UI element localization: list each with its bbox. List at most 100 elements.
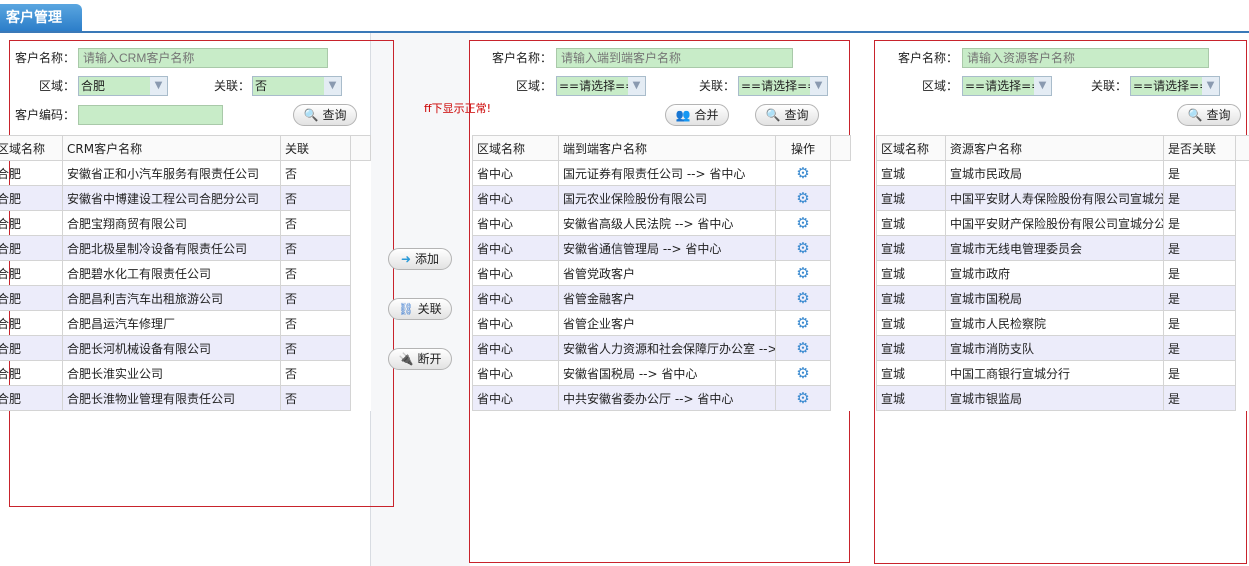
cell-link: 是 xyxy=(1163,235,1236,261)
gear-icon[interactable]: ⚙ xyxy=(775,360,831,386)
row-spacer xyxy=(1235,185,1249,211)
merge-button[interactable]: 👥 合并 xyxy=(665,104,729,126)
table-row[interactable]: 合肥合肥宝翔商贸有限公司否 xyxy=(0,210,371,236)
e2e-link-select[interactable]: ==请选择== ▼ xyxy=(738,76,828,96)
table-row[interactable]: 宣城 宣城市民政局是 xyxy=(876,160,1249,186)
cell-link: 是 xyxy=(1163,160,1236,186)
crm-link-select[interactable]: 否 ▼ xyxy=(252,76,342,96)
table-row[interactable]: 省中心 省管企业客户 ⚙ xyxy=(472,310,851,336)
cell-name: 国元证券有限责任公司 --> 省中心 xyxy=(558,160,776,186)
row-spacer xyxy=(830,160,851,186)
crm-code-input[interactable] xyxy=(78,105,223,125)
table-row[interactable]: 宣城 宣城市无线电管理委员会是 xyxy=(876,235,1249,261)
res-name-input[interactable] xyxy=(962,48,1209,68)
table-row[interactable]: 省中心 国元证券有限责任公司 --> 省中心 ⚙ xyxy=(472,160,851,186)
gear-icon[interactable]: ⚙ xyxy=(775,335,831,361)
cell-region: 合肥 xyxy=(0,360,63,386)
tab-customer-management[interactable]: 客户管理 xyxy=(0,4,82,32)
search-icon: 🔍 xyxy=(765,108,781,122)
table-row[interactable]: 合肥安徽省中博建设工程公司合肥分公司否 xyxy=(0,185,371,211)
row-spacer xyxy=(830,185,851,211)
unlink-button[interactable]: 🔌 断开 xyxy=(388,348,452,370)
col-header-spacer xyxy=(350,135,371,161)
row-spacer xyxy=(1235,210,1249,236)
gear-icon[interactable]: ⚙ xyxy=(775,310,831,336)
cell-link: 否 xyxy=(280,235,351,261)
add-button[interactable]: ➜ 添加 xyxy=(388,248,452,270)
cell-name: 宣城市无线电管理委员会 xyxy=(945,235,1164,261)
table-row[interactable]: 省中心 国元农业保险股份有限公司 ⚙ xyxy=(472,185,851,211)
e2e-region-select[interactable]: ==请选择== ▼ xyxy=(556,76,646,96)
gear-icon[interactable]: ⚙ xyxy=(775,260,831,286)
table-row[interactable]: 宣城 中国工商银行宣城分行是 xyxy=(876,360,1249,386)
gear-icon[interactable]: ⚙ xyxy=(775,285,831,311)
crm-region-select[interactable]: 合肥 ▼ xyxy=(78,76,168,96)
cell-region: 合肥 xyxy=(0,260,63,286)
users-icon: 👥 xyxy=(675,108,691,122)
table-row[interactable]: 宣城 宣城市国税局是 xyxy=(876,285,1249,311)
table-row[interactable]: 合肥合肥长河机械设备有限公司否 xyxy=(0,335,371,361)
table-row[interactable]: 宣城 宣城市政府是 xyxy=(876,260,1249,286)
table-row[interactable]: 合肥合肥昌运汽车修理厂否 xyxy=(0,310,371,336)
e2e-link-value: ==请选择== xyxy=(741,79,818,93)
cell-region: 省中心 xyxy=(472,260,559,286)
cell-region: 宣城 xyxy=(876,360,946,386)
row-spacer xyxy=(350,235,371,261)
crm-search-button[interactable]: 🔍 查询 xyxy=(293,104,357,126)
gear-icon[interactable]: ⚙ xyxy=(775,235,831,261)
res-region-select[interactable]: ==请选择== ▼ xyxy=(962,76,1052,96)
cell-region: 省中心 xyxy=(472,210,559,236)
table-row[interactable]: 省中心 省管党政客户 ⚙ xyxy=(472,260,851,286)
cell-region: 宣城 xyxy=(876,335,946,361)
table-row[interactable]: 宣城 宣城市银监局是 xyxy=(876,385,1249,411)
link-button[interactable]: ⛓ 关联 xyxy=(388,298,452,320)
table-row[interactable]: 省中心 安徽省高级人民法院 --> 省中心 ⚙ xyxy=(472,210,851,236)
gear-icon[interactable]: ⚙ xyxy=(775,385,831,411)
cell-region: 省中心 xyxy=(472,185,559,211)
row-spacer xyxy=(350,385,371,411)
gear-icon[interactable]: ⚙ xyxy=(775,210,831,236)
cell-name: 中国平安财产保险股份有限公司宣城分公 xyxy=(945,210,1164,236)
col-header-region: 区域名称 xyxy=(472,135,559,161)
table-row[interactable]: 省中心 安徽省国税局 --> 省中心 ⚙ xyxy=(472,360,851,386)
table-row[interactable]: 合肥合肥碧水化工有限责任公司否 xyxy=(0,260,371,286)
table-row[interactable]: 合肥合肥昌利吉汽车出租旅游公司否 xyxy=(0,285,371,311)
gear-icon[interactable]: ⚙ xyxy=(775,160,831,186)
crm-table: 区域名称CRM客户名称关联 合肥安徽省正和小汽车服务有限责任公司否合肥安徽省中博… xyxy=(0,135,371,411)
e2e-search-button[interactable]: 🔍 查询 xyxy=(755,104,819,126)
res-search-button[interactable]: 🔍 查询 xyxy=(1177,104,1241,126)
table-row[interactable]: 省中心 省管金融客户 ⚙ xyxy=(472,285,851,311)
crm-region-value: 合肥 xyxy=(81,79,106,93)
e2e-search-label: 查询 xyxy=(784,108,809,122)
table-row[interactable]: 省中心 中共安徽省委办公厅 --> 省中心 ⚙ xyxy=(472,385,851,411)
cell-link: 是 xyxy=(1163,285,1236,311)
crm-region-label: 区域： xyxy=(38,79,75,93)
col-header-region: 区域名称 xyxy=(0,135,63,161)
table-row[interactable]: 合肥合肥长淮物业管理有限责任公司否 xyxy=(0,385,371,411)
arrow-right-icon: ➜ xyxy=(400,252,412,266)
table-row[interactable]: 省中心 安徽省通信管理局 --> 省中心 ⚙ xyxy=(472,235,851,261)
e2e-name-input[interactable] xyxy=(556,48,793,68)
col-header-spacer xyxy=(830,135,851,161)
res-link-select[interactable]: ==请选择== ▼ xyxy=(1130,76,1220,96)
cell-link: 否 xyxy=(280,285,351,311)
cell-name: 宣城市国税局 xyxy=(945,285,1164,311)
crm-name-input[interactable] xyxy=(78,48,328,68)
cell-region: 省中心 xyxy=(472,360,559,386)
cell-link: 是 xyxy=(1163,310,1236,336)
row-spacer xyxy=(830,335,851,361)
table-row[interactable]: 宣城 宣城市人民检察院是 xyxy=(876,310,1249,336)
table-row[interactable]: 宣城 中国平安财产保险股份有限公司宣城分公是 xyxy=(876,210,1249,236)
cell-name: 宣城市人民检察院 xyxy=(945,310,1164,336)
col-header-link: 关联 xyxy=(280,135,351,161)
cell-link: 否 xyxy=(280,210,351,236)
table-row[interactable]: 宣城 中国平安财人寿保险股份有限公司宣城分是 xyxy=(876,185,1249,211)
table-row[interactable]: 合肥合肥北极星制冷设备有限责任公司否 xyxy=(0,235,371,261)
cell-region: 合肥 xyxy=(0,160,63,186)
table-row[interactable]: 宣城 宣城市消防支队是 xyxy=(876,335,1249,361)
cell-name: 省管金融客户 xyxy=(558,285,776,311)
table-row[interactable]: 省中心 安徽省人力资源和社会保障厅办公室 --> ⚙ xyxy=(472,335,851,361)
gear-icon[interactable]: ⚙ xyxy=(775,185,831,211)
table-row[interactable]: 合肥安徽省正和小汽车服务有限责任公司否 xyxy=(0,160,371,186)
table-row[interactable]: 合肥合肥长淮实业公司否 xyxy=(0,360,371,386)
